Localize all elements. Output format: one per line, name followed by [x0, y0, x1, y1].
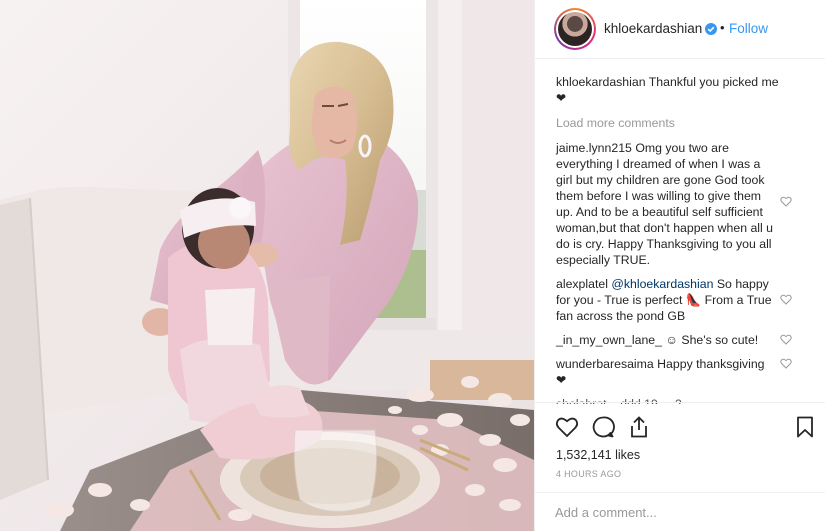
post-timestamp[interactable]: 4 HOURS AGO — [556, 469, 621, 479]
header-separator: • — [720, 20, 725, 35]
comment-like-heart-icon[interactable] — [780, 294, 792, 305]
comment-username[interactable]: wunderbaresaima — [556, 357, 654, 371]
likes-count[interactable]: 1,532,141 likes — [556, 448, 640, 462]
comments-list: khloekardashian Thankful you picked me ❤… — [556, 74, 806, 404]
verified-badge-icon — [705, 23, 717, 35]
post-actions: 1,532,141 likes 4 HOURS AGO — [535, 402, 825, 531]
comment-item: alexplatel @khloekardashian So happy for… — [556, 276, 806, 324]
comment-like-heart-icon[interactable] — [780, 196, 792, 207]
post-photo[interactable] — [0, 0, 534, 531]
photo-scene — [0, 0, 534, 531]
bookmark-icon[interactable] — [793, 415, 817, 439]
load-more-comments-button[interactable]: Load more comments — [556, 115, 806, 131]
caption-emoji: ❤ — [556, 91, 567, 105]
avatar-image — [558, 12, 592, 46]
add-comment-bar — [535, 492, 825, 531]
comment-item: wunderbaresaima Happy thanksgiving ❤ — [556, 356, 806, 388]
comment-mention[interactable]: @khloekardashian — [611, 277, 713, 291]
caption-username[interactable]: khloekardashian — [556, 75, 646, 89]
comment-item: jaime.lynn215 Omg you two are everything… — [556, 140, 806, 268]
post-side-panel: khloekardashian • Follow khloekardashian… — [534, 0, 825, 531]
caption: khloekardashian Thankful you picked me ❤ — [556, 74, 806, 106]
comment-like-heart-icon[interactable] — [780, 334, 792, 345]
heart-outline-icon[interactable] — [555, 415, 579, 439]
comment-username[interactable]: alexplatel — [556, 277, 608, 291]
comment-text: Omg you two are everything I dreamed of … — [556, 141, 774, 267]
comment-like-heart-icon[interactable] — [780, 358, 792, 369]
post-header: khloekardashian • Follow — [535, 0, 825, 59]
comment-item: _in_my_own_lane_ ☺ She's so cute! — [556, 332, 806, 348]
avatar[interactable] — [554, 8, 596, 50]
comment-input[interactable] — [555, 502, 805, 522]
speech-bubble-icon[interactable] — [591, 415, 615, 439]
comment-username[interactable]: jaime.lynn215 — [556, 141, 632, 155]
comment-username[interactable]: _in_my_own_lane_ — [556, 333, 662, 347]
caption-text: Thankful you picked me — [648, 75, 779, 89]
follow-button[interactable]: Follow — [729, 21, 768, 36]
comment-text: ☺ She's so cute! — [665, 333, 759, 347]
header-username[interactable]: khloekardashian — [604, 21, 702, 36]
share-arrow-icon[interactable] — [627, 415, 651, 439]
